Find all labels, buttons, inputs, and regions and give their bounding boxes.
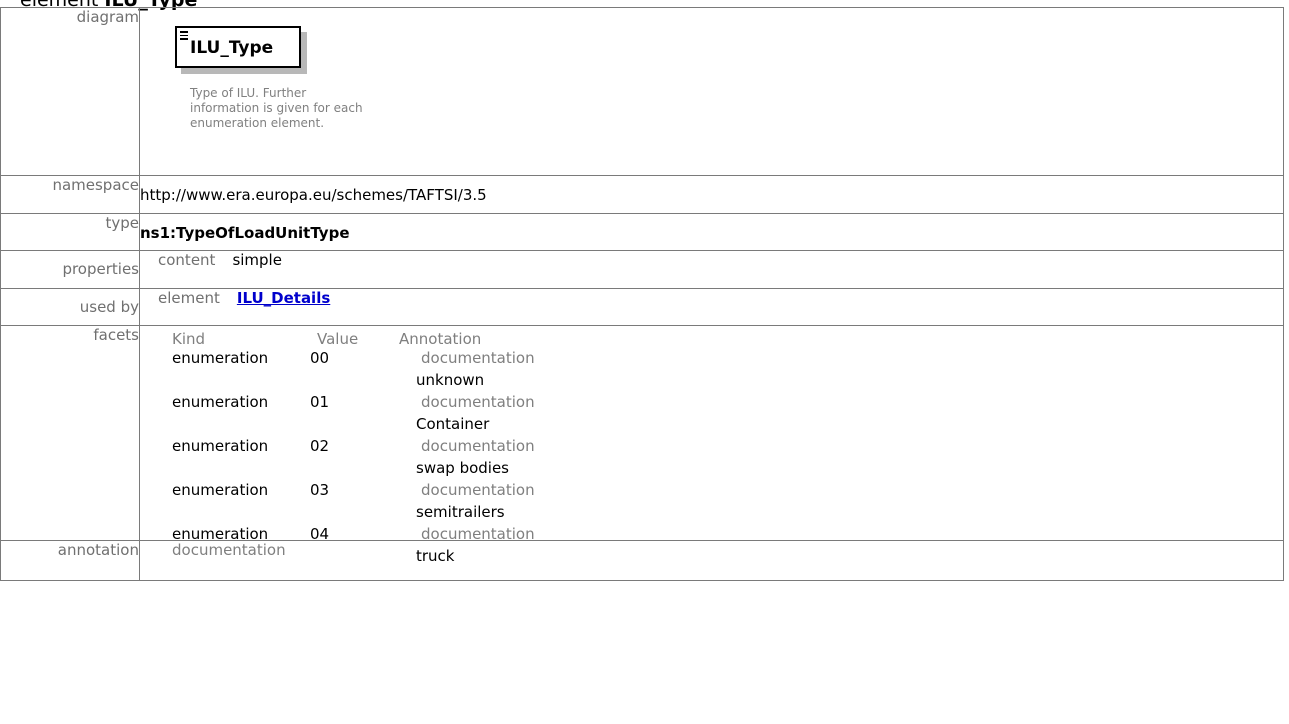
properties-content: content simple bbox=[140, 251, 1283, 269]
label-used-by: used by bbox=[0, 288, 140, 326]
diagram-description-line: enumeration element. bbox=[190, 116, 325, 130]
type-value: ns1:TypeOfLoadUnitType bbox=[140, 224, 350, 242]
facet-value: 02 bbox=[310, 437, 330, 455]
element-lines-icon bbox=[180, 31, 190, 42]
facet-value: 01 bbox=[310, 393, 330, 411]
facet-doc-label: documentation bbox=[421, 437, 535, 455]
facet-kind: enumeration bbox=[172, 437, 269, 455]
row-namespace: namespace http://www.era.europa.eu/schem… bbox=[0, 175, 1284, 214]
element-diagram-box[interactable]: ILU_Type bbox=[175, 26, 307, 74]
label-namespace: namespace bbox=[0, 175, 140, 214]
facet-kind: enumeration bbox=[172, 525, 269, 543]
facet-kind: enumeration bbox=[172, 481, 269, 499]
facet-kind: enumeration bbox=[172, 349, 269, 367]
facet-doc: Container bbox=[416, 415, 490, 433]
facets-table: Kind Value Annotation enumeration 00 doc… bbox=[140, 326, 740, 565]
diagram-element-name: ILU_Type bbox=[190, 38, 274, 58]
diagram-rect: ILU_Type bbox=[175, 26, 301, 68]
properties-value: simple bbox=[232, 251, 282, 269]
facet-value: 00 bbox=[310, 349, 330, 367]
used-by-link[interactable]: ILU_Details bbox=[237, 289, 330, 307]
facets-header-value: Value bbox=[317, 330, 359, 348]
facet-doc: truck bbox=[416, 547, 455, 565]
facet-value: 04 bbox=[310, 525, 330, 543]
row-used-by: used by element ILU_Details bbox=[0, 288, 1284, 326]
diagram-description-line: Type of ILU. Further bbox=[190, 86, 307, 100]
row-properties: properties content simple bbox=[0, 250, 1284, 289]
label-facets: facets bbox=[0, 325, 140, 541]
facet-doc-label: documentation bbox=[421, 481, 535, 499]
facet-doc: unknown bbox=[416, 371, 485, 389]
label-annotation: annotation bbox=[0, 540, 140, 581]
row-annotation: annotation documentation bbox=[0, 540, 1284, 581]
facet-doc-label: documentation bbox=[421, 349, 535, 367]
facet-doc: swap bodies bbox=[416, 459, 509, 477]
label-type: type bbox=[0, 213, 140, 251]
namespace-value: http://www.era.europa.eu/schemes/TAFTSI/… bbox=[139, 175, 1284, 214]
facet-kind: enumeration bbox=[172, 393, 269, 411]
facet-value: 03 bbox=[310, 481, 330, 499]
facet-doc: semitrailers bbox=[416, 503, 505, 521]
diagram-description-line: information is given for each bbox=[190, 101, 363, 115]
label-diagram: diagram bbox=[0, 7, 140, 176]
label-properties: properties bbox=[0, 250, 140, 289]
row-facets: facets Kind Value Annotation enumeration… bbox=[0, 325, 1284, 565]
facets-header-annotation: Annotation bbox=[399, 330, 482, 348]
facet-doc-label: documentation bbox=[421, 525, 535, 543]
row-type: type ns1:TypeOfLoadUnitType bbox=[0, 213, 1284, 251]
used-by-content: element ILU_Details bbox=[140, 289, 1283, 307]
facet-doc-label: documentation bbox=[421, 393, 535, 411]
diagram-description: Type of ILU. Further information is give… bbox=[190, 86, 390, 131]
used-by-key: element bbox=[158, 289, 220, 307]
facets-header-kind: Kind bbox=[172, 330, 206, 348]
properties-key: content bbox=[158, 251, 216, 269]
